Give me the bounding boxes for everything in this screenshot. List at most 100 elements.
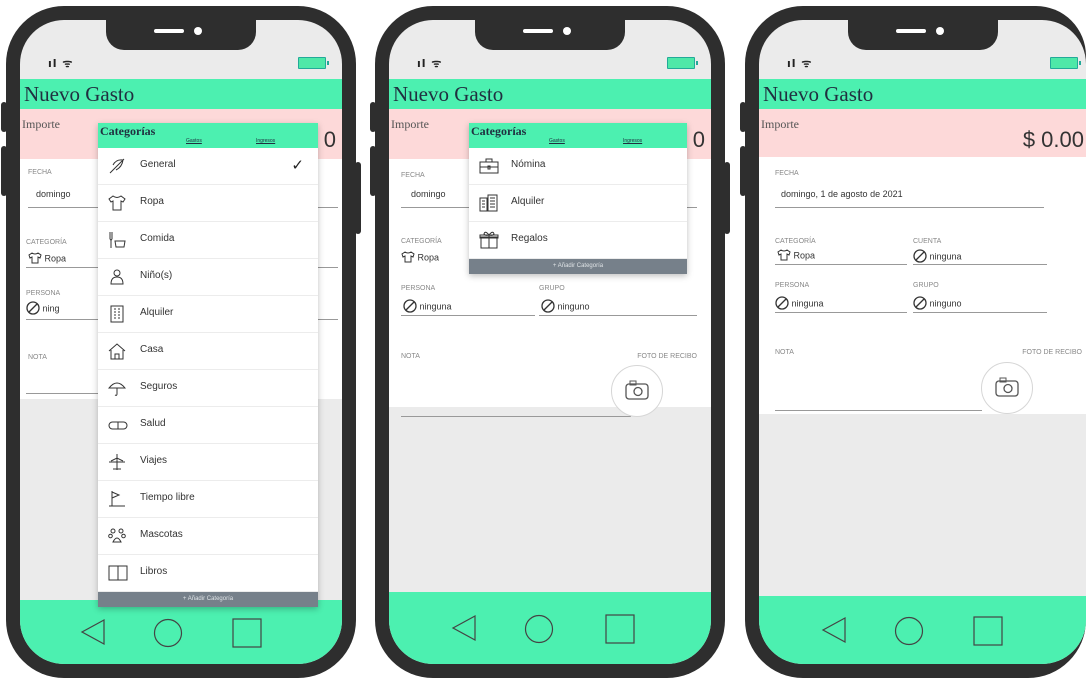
category-dropdown: Categorías Gastos Ingresos Nómina Alquil… [469, 123, 687, 274]
tab-ingresos[interactable]: Ingresos [256, 138, 275, 144]
camera-button[interactable] [981, 362, 1033, 414]
category-item-ninos[interactable]: Niño(s) [98, 259, 318, 296]
leaf-icon [108, 157, 126, 180]
app-bar: Nuevo Gasto [389, 79, 711, 109]
camera-icon [995, 377, 1019, 397]
shirt-icon [777, 249, 791, 263]
camera-icon [625, 380, 649, 400]
importe-label: Importe [391, 117, 429, 131]
screen: ıl ᯤ Nuevo Gasto Importe 0 FECHA domingo… [20, 20, 342, 664]
food-icon [108, 231, 126, 254]
back-icon[interactable] [821, 616, 847, 649]
categoria-label: CATEGORÍA [401, 238, 442, 245]
category-item-libros[interactable]: Libros [98, 555, 318, 592]
category-item-nomina[interactable]: Nómina [469, 148, 687, 185]
home-icon[interactable] [153, 618, 183, 653]
persona-field[interactable]: ninguna [775, 296, 824, 312]
home-icon[interactable] [524, 614, 554, 649]
signal-wifi-icon: ıl ᯤ [48, 57, 74, 70]
category-item-seguros[interactable]: Seguros [98, 370, 318, 407]
grupo-field[interactable]: ninguno [913, 296, 962, 312]
app-bar: Nuevo Gasto [20, 79, 342, 109]
shirt-icon [28, 252, 42, 266]
phone-1: ıl ᯤ Nuevo Gasto Importe 0 FECHA domingo… [1, 6, 361, 678]
camera-button[interactable] [611, 365, 663, 417]
category-item-ropa[interactable]: Ropa [98, 185, 318, 222]
persona-field[interactable]: ninguna [403, 299, 452, 315]
screen: ıl ᯤ Nuevo Gasto Importe $ 0.00 FECHA do… [759, 20, 1086, 664]
none-icon [541, 299, 555, 315]
category-item-comida[interactable]: Comida [98, 222, 318, 259]
app-bar: Nuevo Gasto [759, 79, 1086, 109]
category-item-general[interactable]: General ✓ [98, 148, 318, 185]
categoria-field[interactable]: Ropa [401, 251, 439, 265]
importe-label: Importe [761, 117, 799, 131]
gift-icon [479, 231, 499, 254]
persona-field[interactable]: ning [26, 301, 60, 317]
page-title: Nuevo Gasto [393, 82, 504, 106]
nota-label: NOTA [28, 354, 47, 361]
none-icon [403, 299, 417, 315]
category-item-tiempo-libre[interactable]: Tiempo libre [98, 481, 318, 518]
amount-value: $ 0.00 [1022, 127, 1084, 152]
category-item-salud[interactable]: Salud [98, 407, 318, 444]
back-icon[interactable] [80, 618, 106, 651]
battery-icon [1050, 57, 1081, 69]
category-item-alquiler[interactable]: Alquiler [98, 296, 318, 333]
battery-icon [667, 57, 698, 69]
none-icon [26, 301, 40, 317]
tab-gastos[interactable]: Gastos [186, 138, 202, 144]
recents-icon[interactable] [605, 614, 635, 649]
fecha-field[interactable]: domingo [36, 189, 71, 199]
back-icon[interactable] [451, 614, 477, 647]
categoria-field[interactable]: Ropa [28, 252, 66, 266]
status-bar: ıl ᯤ [759, 48, 1086, 78]
tab-gastos[interactable]: Gastos [549, 138, 565, 144]
building-icon [479, 194, 499, 217]
signal-wifi-icon: ıl ᯤ [787, 57, 813, 70]
importe-field[interactable]: Importe $ 0.00 [759, 109, 1086, 157]
none-icon [913, 296, 927, 312]
recents-icon[interactable] [232, 618, 262, 653]
category-item-casa[interactable]: Casa [98, 333, 318, 370]
nota-label: NOTA [401, 353, 420, 360]
fecha-field[interactable]: domingo, 1 de agosto de 2021 [781, 189, 903, 199]
dropdown-title: Categorías [100, 124, 156, 138]
phone-3: ıl ᯤ Nuevo Gasto Importe $ 0.00 FECHA do… [740, 6, 1086, 678]
category-dropdown: Categorías Gastos Ingresos General ✓ Rop… [98, 123, 318, 607]
category-item-viajes[interactable]: Viajes [98, 444, 318, 481]
nota-label: NOTA [775, 349, 794, 356]
grupo-field[interactable]: ninguno [541, 299, 590, 315]
grupo-label: GRUPO [539, 285, 565, 292]
amount-value: 0 [323, 127, 336, 152]
persona-label: PERSONA [26, 290, 61, 297]
flag-icon [108, 490, 126, 513]
category-item-mascotas[interactable]: Mascotas [98, 518, 318, 555]
categoria-label: CATEGORÍA [775, 238, 816, 245]
page-title: Nuevo Gasto [24, 82, 135, 106]
add-category-button[interactable]: + Añadir Categoría [469, 259, 687, 274]
page-title: Nuevo Gasto [763, 82, 874, 106]
tab-ingresos[interactable]: Ingresos [623, 138, 642, 144]
category-item-regalos[interactable]: Regalos [469, 222, 687, 259]
screen: ıl ᯤ Nuevo Gasto Importe 0 FECHA domingo… [389, 20, 711, 664]
fecha-field[interactable]: domingo [411, 189, 446, 199]
categoria-label: CATEGORÍA [26, 239, 67, 246]
recents-icon[interactable] [973, 616, 1003, 651]
baby-icon [108, 268, 126, 291]
umbrella-icon [107, 379, 127, 402]
check-icon: ✓ [291, 157, 304, 174]
cuenta-field[interactable]: ninguna [913, 249, 962, 265]
importe-label: Importe [22, 117, 60, 131]
shirt-icon [401, 251, 415, 265]
house-icon [108, 342, 126, 365]
add-category-button[interactable]: + Añadir Categoría [98, 592, 318, 607]
categoria-field[interactable]: Ropa [777, 249, 815, 263]
nav-bar [20, 600, 342, 664]
none-icon [913, 249, 927, 265]
persona-label: PERSONA [401, 285, 436, 292]
category-item-alquiler[interactable]: Alquiler [469, 185, 687, 222]
signal-wifi-icon: ıl ᯤ [417, 57, 443, 70]
home-icon[interactable] [894, 616, 924, 651]
book-icon [108, 564, 128, 587]
